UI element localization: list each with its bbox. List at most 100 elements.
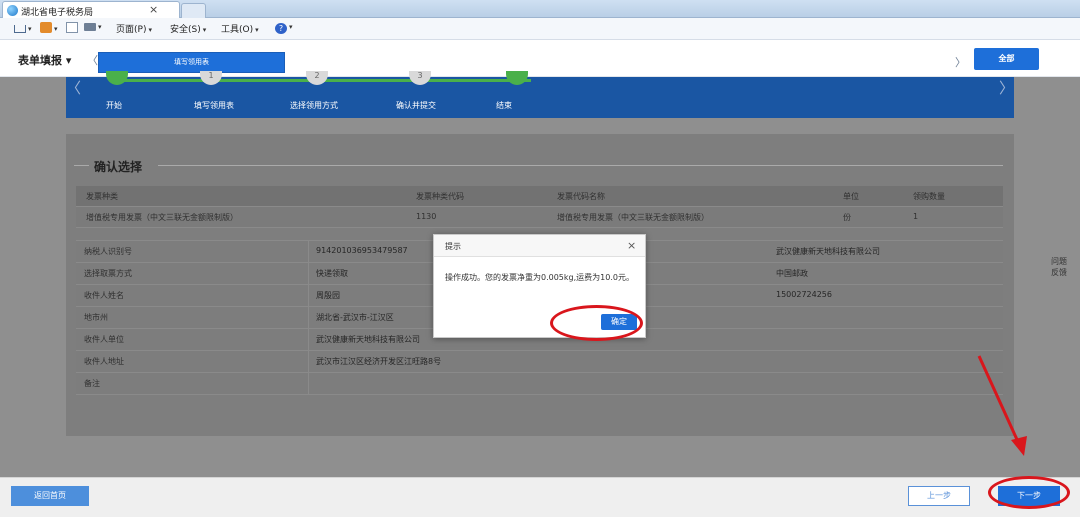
divider (308, 307, 309, 329)
tools-menu-label: 工具(O) (221, 25, 254, 35)
browser-tab-bar: 湖北省电子税务局 × (0, 0, 1080, 18)
column-header: 单位 (843, 192, 859, 201)
info-value-secondary: 15002724256 (776, 290, 832, 299)
browser-command-bar: ▾ ▾ ▾ 页面(P) ▾ 安全(S) ▾ 工具(O) ▾ ? ▾ (0, 18, 1080, 40)
step-label: 确认并提交 (396, 101, 436, 110)
all-button[interactable]: 全部 (974, 48, 1039, 70)
page-menu[interactable]: 页面(P) ▾ (116, 22, 152, 36)
prev-step-button[interactable]: 上一步 (908, 486, 970, 506)
invoice-table-body: 增值税专用发票（中文三联无金额限制版） 1130 增值税专用发票（中文三联无金额限制… (76, 207, 1003, 228)
dialog-title: 提示 (445, 242, 461, 251)
info-value: 武汉健康新天地科技有限公司 (316, 335, 420, 344)
info-value: 湖北省-武汉市-江汉区 (316, 313, 394, 322)
table-cell: 增值税专用发票（中文三联无金额限制版） (86, 213, 238, 222)
table-cell: 增值税专用发票（中文三联无金额限制版） (557, 213, 709, 222)
info-value: 快递领取 (316, 269, 348, 278)
chevron-down-icon: ▾ (255, 26, 259, 34)
home-icon (14, 25, 26, 33)
info-label: 选择取票方式 (84, 269, 132, 278)
column-header: 发票种类 (86, 192, 118, 201)
step-progress-bar: 〈 〉 开始 1 填写领用表 2 选择领用方式 3 确认并提交 结束 (66, 71, 1014, 118)
browser-tab[interactable]: 湖北省电子税务局 × (2, 1, 180, 18)
step-marker (106, 71, 128, 85)
info-value-secondary: 武汉健康新天地科技有限公司 (776, 247, 880, 256)
close-tab-icon[interactable]: × (149, 3, 158, 16)
app-window: 湖北省电子税务局 × ▾ ▾ ▾ 页面(P) ▾ 安全(S) ▾ 工具(O) ▾ ? ▾… (0, 0, 1080, 517)
annotation-arrow (977, 355, 1027, 456)
info-row: 备注 (76, 373, 1003, 395)
browser-tab-title: 湖北省电子税务局 (21, 8, 94, 18)
help-icon: ? (275, 23, 287, 34)
divider (308, 373, 309, 395)
invoice-table-header: 发票种类 发票种类代码 发票代码名称 单位 领购数量 (76, 186, 1003, 207)
page-header: 表单填报 ▾ 〈 填写领用表 〉 全部 (0, 41, 1080, 77)
table-cell: 1 (913, 212, 919, 221)
feeds-button[interactable]: ▾ (40, 22, 58, 36)
tab-scroll-left-icon[interactable]: 〈 (87, 52, 98, 68)
info-label: 备注 (84, 379, 100, 388)
table-cell: 1130 (416, 212, 437, 221)
tab-fill-form[interactable]: 填写领用表 (98, 52, 285, 73)
ie-icon (7, 5, 18, 16)
annotation-arrow-shaft (977, 355, 1021, 445)
step-next-icon[interactable]: 〉 (999, 77, 1014, 98)
home-button[interactable]: ▾ (14, 22, 32, 36)
step-label: 结束 (496, 101, 512, 110)
footer-bar: 返回首页 上一步 下一步 (0, 477, 1080, 517)
annotation-circle-next (988, 476, 1070, 509)
table-cell: 份 (843, 213, 851, 222)
mail-icon (66, 22, 78, 33)
divider (158, 165, 1003, 166)
dialog-header: 提示 × (434, 235, 645, 257)
chevron-down-icon: ▾ (65, 54, 72, 67)
step-label: 选择领用方式 (290, 101, 338, 110)
step-label: 开始 (106, 101, 122, 110)
close-icon[interactable]: × (627, 239, 636, 252)
info-label: 纳税人识别号 (84, 247, 132, 256)
section-title: 确认选择 (94, 160, 143, 174)
chevron-down-icon: ▾ (202, 26, 207, 34)
column-header: 发票种类代码 (416, 192, 464, 201)
form-menu-label: 表单填报 (18, 54, 62, 67)
step-marker: 3 (409, 71, 431, 85)
step-marker: 1 (200, 71, 222, 85)
info-label: 地市州 (84, 313, 108, 322)
help-menu[interactable]: ? ▾ (275, 22, 293, 36)
chevron-down-icon: ▾ (28, 25, 32, 33)
feedback-label: 反馈 (1051, 268, 1067, 277)
info-label: 收件人地址 (84, 357, 124, 366)
step-label: 填写领用表 (194, 101, 234, 110)
info-value: 武汉市江汉区经济开发区江旺路8号 (316, 357, 442, 366)
new-tab-button[interactable] (181, 3, 206, 18)
back-home-button[interactable]: 返回首页 (11, 486, 89, 506)
step-marker: 2 (306, 71, 328, 85)
print-button[interactable]: ▾ (84, 22, 102, 36)
divider (308, 263, 309, 285)
divider (308, 241, 309, 263)
step-prev-icon[interactable]: 〈 (66, 77, 81, 98)
column-header: 发票代码名称 (557, 192, 605, 201)
info-value: 914201036953479587 (316, 246, 408, 255)
divider (308, 285, 309, 307)
safety-menu[interactable]: 安全(S) ▾ (170, 22, 206, 36)
invoice-table: 发票种类 发票种类代码 发票代码名称 单位 领购数量 增值税专用发票（中文三联无金额限制… (76, 186, 1003, 228)
annotation-arrow-head (1011, 436, 1027, 456)
divider (74, 165, 89, 166)
mail-button[interactable] (66, 22, 78, 36)
form-menu[interactable]: 表单填报 ▾ (18, 52, 71, 68)
feedback-label: 问题 (1051, 257, 1067, 266)
tools-menu[interactable]: 工具(O) ▾ (221, 22, 259, 36)
info-value-secondary: 中国邮政 (776, 269, 808, 278)
feedback-button[interactable]: 问题 反馈 (1046, 256, 1072, 278)
info-label: 收件人姓名 (84, 291, 124, 300)
annotation-circle-confirm (550, 305, 643, 341)
chevron-down-icon: ▾ (289, 23, 293, 31)
chevron-down-icon: ▾ (54, 25, 58, 33)
safety-menu-label: 安全(S) (170, 25, 201, 35)
column-header: 领购数量 (913, 192, 945, 201)
dialog-message: 操作成功。您的发票净重为0.005kg,运费为10.0元。 (445, 273, 634, 282)
table-row: 增值税专用发票（中文三联无金额限制版） 1130 增值税专用发票（中文三联无金额限制… (76, 207, 1003, 228)
chevron-down-icon: ▾ (148, 26, 152, 34)
tab-scroll-right-icon[interactable]: 〉 (955, 54, 966, 70)
page-menu-label: 页面(P) (116, 25, 147, 35)
